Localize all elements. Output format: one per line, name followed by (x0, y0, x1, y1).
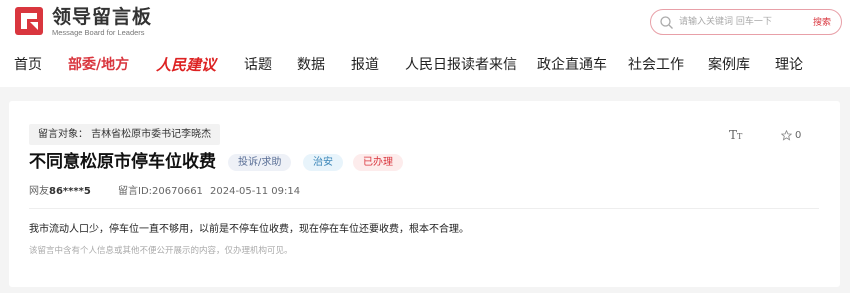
message-card: 留言对象： 吉林省松原市委书记李晓杰 TT 0 不同意松原市停车位收费 投诉/求… (9, 101, 840, 287)
search-icon (659, 15, 674, 30)
message-title: 不同意松原市停车位收费 (29, 152, 216, 172)
message-datetime: 2024-05-11 09:14 (210, 186, 301, 197)
privacy-note: 该留言中含有个人信息或其他不便公开展示的内容，仅办理机构可见。 (29, 246, 293, 256)
divider (29, 208, 819, 209)
search-box: 搜索 (650, 9, 842, 35)
message-id: 留言ID:20670661 (118, 186, 203, 197)
message-target: 留言对象： 吉林省松原市委书记李晓杰 (29, 124, 221, 145)
nav-item-data[interactable]: 数据 (297, 52, 325, 78)
site-logo[interactable]: 领导留言板 Message Board for Leaders (14, 6, 152, 38)
logo-title: 领导留言板 (52, 6, 153, 28)
nav-item-reader-letters[interactable]: 人民日报读者来信 (405, 52, 517, 78)
nav-item-enterprise-express[interactable]: 政企直通车 (537, 52, 607, 78)
star-icon (780, 126, 793, 145)
tag-type[interactable]: 投诉/求助 (228, 154, 292, 171)
font-size-icon[interactable]: TT (729, 127, 747, 143)
tag-field[interactable]: 治安 (303, 154, 343, 171)
nav-item-ministries-local[interactable]: 部委/地方 (68, 52, 129, 78)
like-count: 0 (795, 129, 802, 141)
nav-item-case-library[interactable]: 案例库 (708, 52, 750, 78)
message-content: 我市流动人口少，停车位一直不够用，以前是不停车位收费，现在停在车位还要收费，根本… (29, 224, 469, 235)
site-header: 领导留言板 Message Board for Leaders 搜索 首页 部委… (0, 0, 850, 87)
author-prefix: 网友 (29, 186, 49, 197)
nav-item-topics[interactable]: 话题 (244, 52, 272, 78)
message-author: 网友86****5 (29, 185, 91, 199)
logo-mark-icon (14, 6, 44, 36)
logo-subtitle: Message Board for Leaders (52, 28, 145, 37)
search-input[interactable] (679, 13, 799, 31)
search-button[interactable]: 搜索 (813, 15, 831, 28)
nav-item-home[interactable]: 首页 (14, 52, 42, 78)
nav-item-theory[interactable]: 理论 (775, 52, 803, 78)
author-id: 86****5 (49, 186, 91, 197)
like-button[interactable]: 0 (780, 126, 802, 145)
nav-item-people-suggestions[interactable]: 人民建议 (156, 52, 216, 78)
main-nav: 首页 部委/地方 人民建议 话题 数据 报道 人民日报读者来信 政企直通车 社会… (0, 52, 850, 78)
status-badge: 已办理 (353, 154, 403, 171)
nav-item-social-work[interactable]: 社会工作 (628, 52, 684, 78)
nav-item-reports[interactable]: 报道 (351, 52, 379, 78)
